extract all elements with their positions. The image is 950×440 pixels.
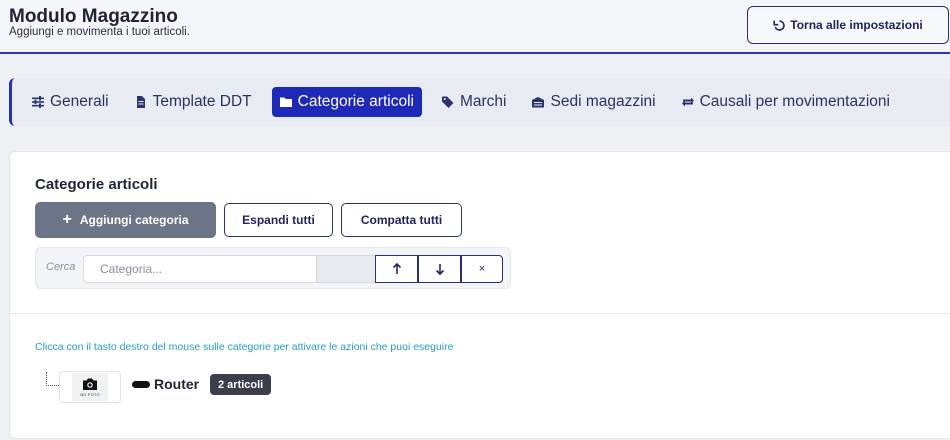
expand-all-button[interactable]: Espandi tutti <box>224 203 333 237</box>
warehouse-icon <box>532 97 545 108</box>
tab-causali-movimentazioni[interactable]: Causali per movimentazioni <box>676 87 896 117</box>
divider <box>10 313 950 314</box>
back-to-settings-button[interactable]: Torna alle impostazioni <box>747 6 949 44</box>
search-addon <box>317 255 375 283</box>
category-thumbnail[interactable]: NO FOTO <box>59 371 121 403</box>
page-title: Modulo Magazzino <box>9 6 178 27</box>
tab-categorie-articoli[interactable]: Categorie articoli <box>271 87 422 117</box>
tab-label: Sedi magazzini <box>550 93 656 110</box>
tab-label: Generali <box>50 93 109 110</box>
tab-generali[interactable]: Generali <box>26 87 115 117</box>
move-down-button[interactable] <box>418 255 461 283</box>
undo-icon <box>773 19 786 31</box>
category-color-indicator <box>132 381 150 388</box>
no-photo-placeholder: NO FOTO <box>72 373 108 401</box>
plus-icon: + <box>62 211 72 228</box>
tab-marchi[interactable]: Marchi <box>436 87 513 117</box>
arrow-up-icon <box>392 263 401 274</box>
section-title: Categorie articoli <box>35 176 158 193</box>
no-photo-text: NO FOTO <box>80 391 100 397</box>
categories-card: Categorie articoli + Aggiungi categoria … <box>9 151 950 439</box>
tab-label: Template DDT <box>152 93 252 110</box>
tab-label: Marchi <box>459 93 507 110</box>
arrow-down-icon <box>435 264 444 275</box>
tab-label: Categorie articoli <box>297 93 414 110</box>
add-category-label: Aggiungi categoria <box>79 213 189 227</box>
tab-label: Causali per movimentazioni <box>699 93 890 110</box>
article-count-badge: 2 articoli <box>210 374 272 395</box>
collapse-all-button[interactable]: Compatta tutti <box>341 203 462 237</box>
category-search-input[interactable] <box>83 255 317 283</box>
document-icon <box>136 96 145 108</box>
category-name[interactable]: Router <box>154 376 199 392</box>
move-up-button[interactable] <box>375 255 418 283</box>
tab-sedi-magazzini[interactable]: Sedi magazzini <box>526 87 661 117</box>
camera-icon <box>83 378 97 390</box>
sliders-icon <box>32 96 44 108</box>
context-menu-hint: Clicca con il tasto destro del mouse sul… <box>35 341 454 353</box>
clear-search-button[interactable]: × <box>461 255 503 283</box>
tree-connector <box>46 385 59 386</box>
tag-icon <box>441 96 454 108</box>
folder-icon <box>279 97 292 107</box>
search-label: Cerca <box>46 261 76 273</box>
tabs-bar: Generali Template DDT Categorie articoli… <box>9 78 950 126</box>
tab-template-ddt[interactable]: Template DDT <box>129 87 258 117</box>
page-subtitle: Aggiungi e movimenta i tuoi articoli. <box>9 26 190 38</box>
add-category-button[interactable]: + Aggiungi categoria <box>35 202 216 238</box>
exchange-icon <box>681 97 694 107</box>
page-header: Modulo Magazzino Aggiungi e movimenta i … <box>0 0 950 54</box>
back-to-settings-label: Torna alle impostazioni <box>790 18 923 32</box>
search-group: Cerca × <box>35 247 511 289</box>
tree-connector <box>46 372 47 386</box>
